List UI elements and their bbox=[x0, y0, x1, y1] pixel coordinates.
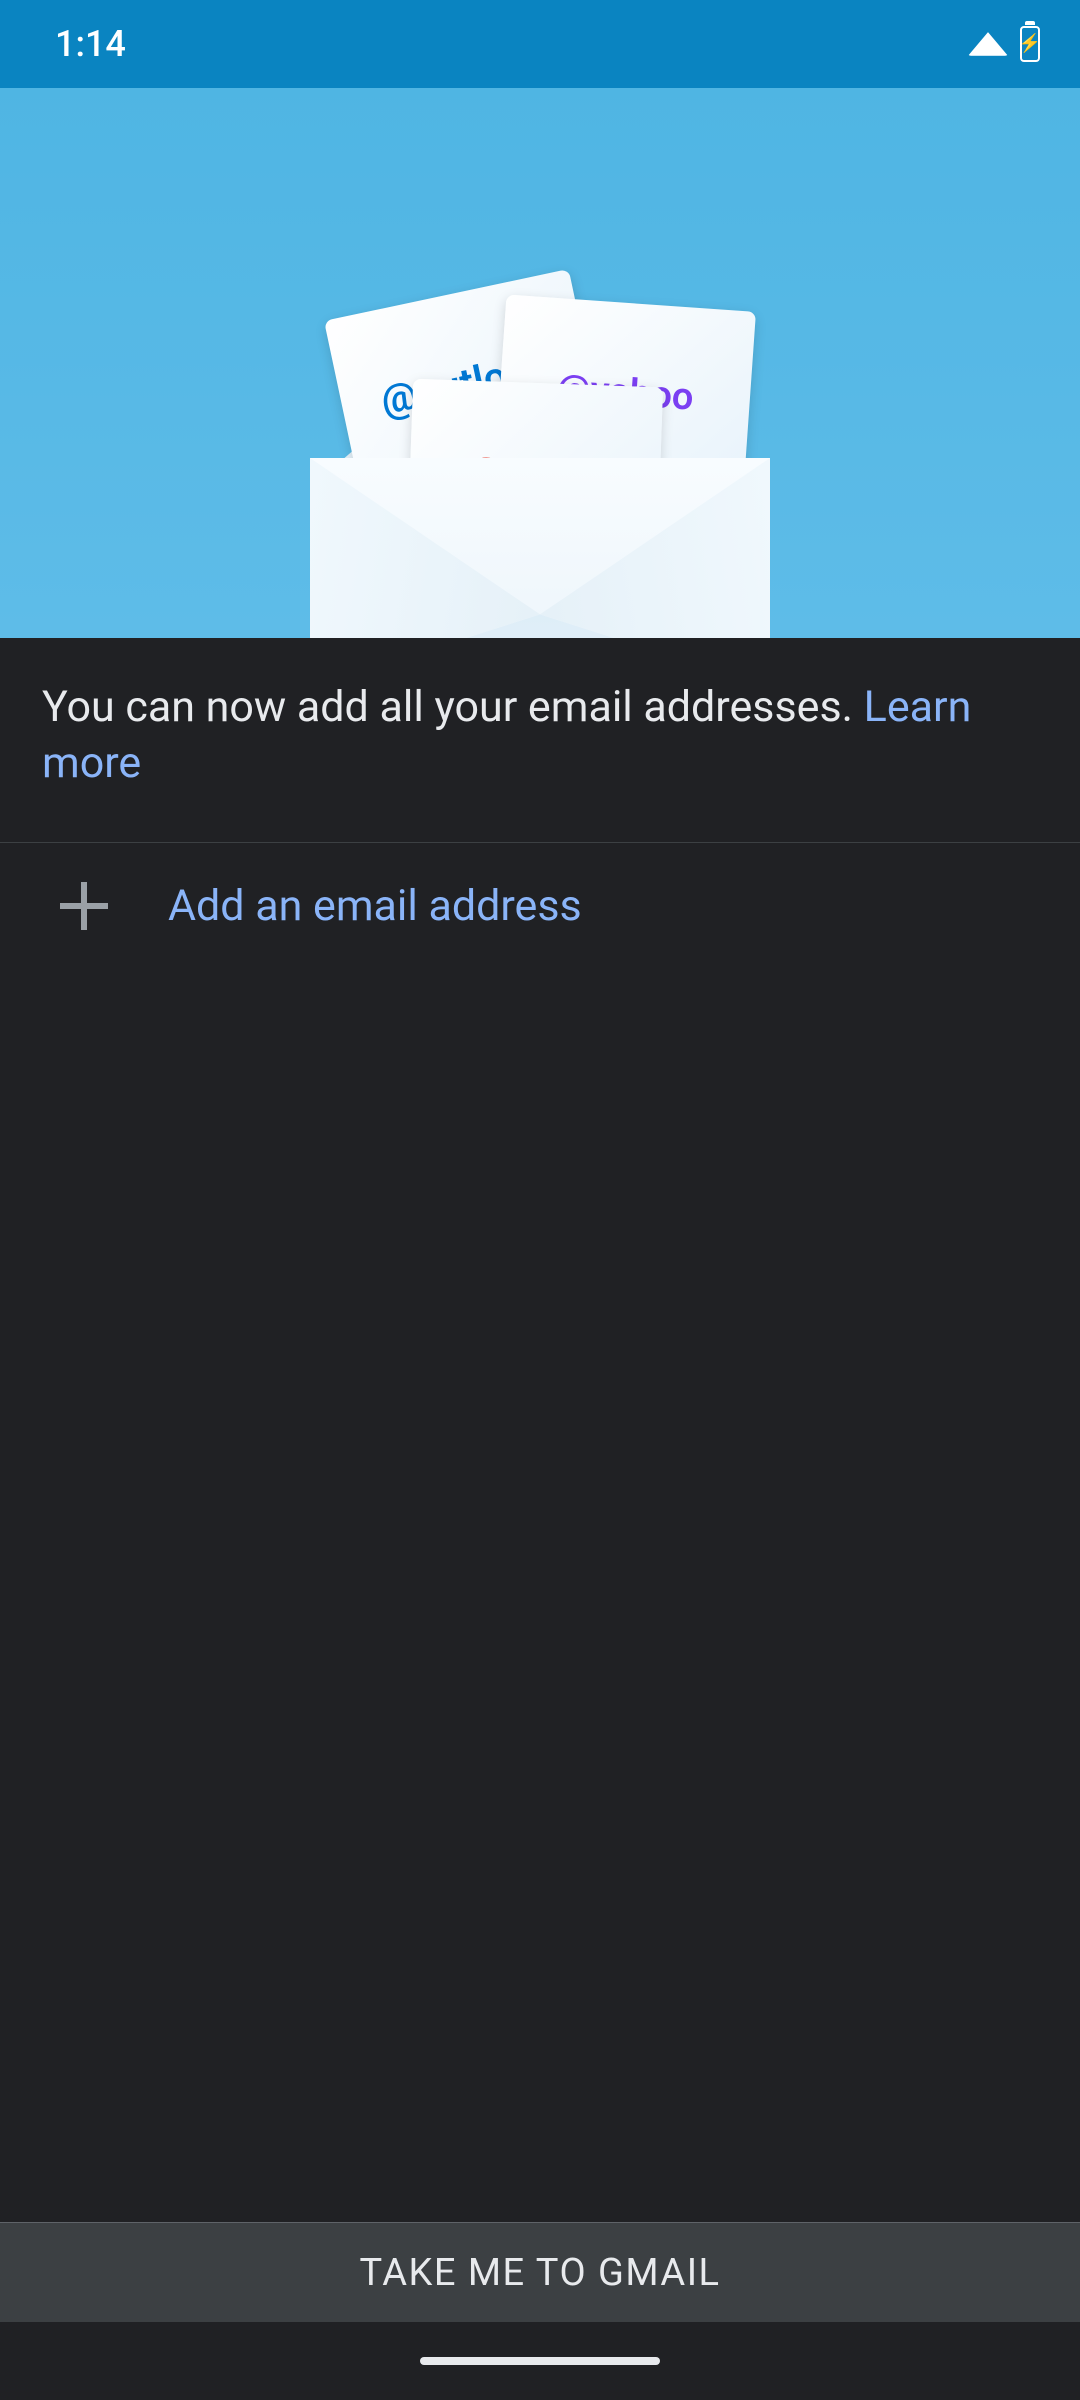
nav-handle[interactable] bbox=[420, 2357, 660, 2365]
add-email-label: Add an email address bbox=[168, 881, 582, 931]
battery-icon: ⚡ bbox=[1020, 26, 1040, 62]
plus-icon bbox=[60, 882, 108, 930]
hero-illustration: @outlook @yahoo @gmail bbox=[0, 88, 1080, 638]
status-bar: 1:14 ⚡ bbox=[0, 0, 1080, 88]
take-me-to-gmail-label: TAKE ME TO GMAIL bbox=[359, 2251, 720, 2295]
take-me-to-gmail-button[interactable]: TAKE ME TO GMAIL bbox=[0, 2222, 1080, 2322]
info-text: You can now add all your email addresses… bbox=[42, 680, 1038, 792]
envelope-illustration: @outlook @yahoo @gmail bbox=[280, 208, 800, 638]
battery-charging-icon: ⚡ bbox=[1019, 35, 1041, 53]
status-time: 1:14 bbox=[55, 23, 126, 65]
info-section: You can now add all your email addresses… bbox=[0, 638, 1080, 843]
info-text-main: You can now add all your email addresses… bbox=[42, 682, 864, 732]
wifi-icon bbox=[968, 32, 1008, 56]
status-icons: ⚡ bbox=[968, 26, 1040, 62]
add-email-button[interactable]: Add an email address bbox=[0, 843, 1080, 969]
navigation-bar bbox=[0, 2322, 1080, 2400]
